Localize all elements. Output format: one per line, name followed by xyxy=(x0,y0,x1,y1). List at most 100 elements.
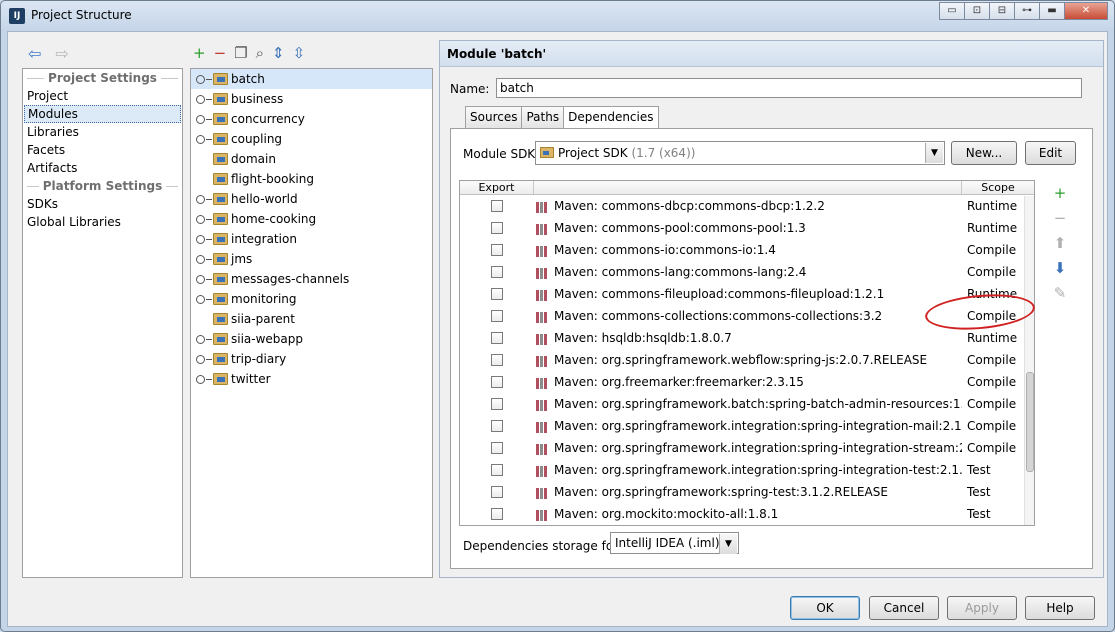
dependency-name[interactable]: Maven: org.springframework.integration:s… xyxy=(534,463,962,477)
module-tree-item[interactable]: home-cooking xyxy=(191,209,432,229)
expand-all-icon[interactable]: ⇕ xyxy=(272,44,285,62)
chevron-down-icon[interactable]: ▼ xyxy=(719,534,737,554)
expand-toggle-icon[interactable] xyxy=(196,375,212,384)
export-checkbox[interactable] xyxy=(491,310,503,322)
module-tree-item[interactable]: batch xyxy=(191,69,432,89)
export-checkbox[interactable] xyxy=(491,332,503,344)
tab-dependencies[interactable]: Dependencies xyxy=(563,106,659,129)
window-control-icon[interactable]: ⊟ xyxy=(989,2,1015,20)
tab-sources[interactable]: Sources xyxy=(465,106,523,128)
export-checkbox[interactable] xyxy=(491,200,503,212)
export-checkbox[interactable] xyxy=(491,442,503,454)
move-down-icon[interactable]: ⬇ xyxy=(1048,256,1072,281)
nav-item-modules[interactable]: Modules xyxy=(24,105,181,123)
dependency-name[interactable]: Maven: org.springframework.webflow:sprin… xyxy=(534,353,962,367)
dependency-name[interactable]: Maven: org.freemarker:freemarker:2.3.15 xyxy=(534,375,962,389)
module-tree-item[interactable]: jms xyxy=(191,249,432,269)
module-sdk-select[interactable]: Project SDK (1.7 (x64)) ▼ xyxy=(535,141,945,165)
expand-toggle-icon[interactable] xyxy=(196,295,212,304)
scope-column-header[interactable]: Scope xyxy=(962,181,1034,194)
dependency-name[interactable]: Maven: commons-io:commons-io:1.4 xyxy=(534,243,962,257)
export-checkbox[interactable] xyxy=(491,222,503,234)
export-checkbox[interactable] xyxy=(491,420,503,432)
dependency-name[interactable]: Maven: commons-pool:commons-pool:1.3 xyxy=(534,221,962,235)
collapse-all-icon[interactable]: ⇳ xyxy=(293,44,306,62)
apply-button[interactable]: Apply xyxy=(947,596,1017,620)
nav-item-global-libraries[interactable]: Global Libraries xyxy=(24,213,181,231)
window-control-icon[interactable]: ⊶ xyxy=(1014,2,1040,20)
dependency-name[interactable]: Maven: commons-lang:commons-lang:2.4 xyxy=(534,265,962,279)
forward-arrow-icon[interactable]: ⇨ xyxy=(55,44,68,63)
dependency-name[interactable]: Maven: commons-dbcp:commons-dbcp:1.2.2 xyxy=(534,199,962,213)
export-checkbox[interactable] xyxy=(491,376,503,388)
expand-toggle-icon[interactable] xyxy=(196,235,212,244)
scrollbar-thumb[interactable] xyxy=(1026,372,1034,472)
export-checkbox[interactable] xyxy=(491,354,503,366)
expand-toggle-icon[interactable] xyxy=(196,95,212,104)
export-column-header[interactable]: Export xyxy=(460,181,534,194)
export-checkbox[interactable] xyxy=(491,266,503,278)
remove-icon[interactable]: − xyxy=(214,44,227,62)
export-checkbox[interactable] xyxy=(491,288,503,300)
module-tree-item[interactable]: concurrency xyxy=(191,109,432,129)
expand-toggle-icon[interactable] xyxy=(196,115,212,124)
window-control-icon[interactable]: ▭ xyxy=(939,2,965,20)
nav-item-libraries[interactable]: Libraries xyxy=(24,123,181,141)
tab-paths[interactable]: Paths xyxy=(521,106,565,128)
export-checkbox[interactable] xyxy=(491,244,503,256)
title-bar[interactable]: IJ Project Structure ▭ ⊡ ⊟ ⊶ ▬ ✕ xyxy=(1,1,1114,31)
module-tree-item[interactable]: coupling xyxy=(191,129,432,149)
module-tree-item[interactable]: monitoring xyxy=(191,289,432,309)
add-icon[interactable]: + xyxy=(193,44,206,62)
nav-item-sdks[interactable]: SDKs xyxy=(24,195,181,213)
expand-toggle-icon[interactable] xyxy=(196,215,212,224)
module-name-input[interactable] xyxy=(496,78,1082,98)
chevron-down-icon[interactable]: ▼ xyxy=(925,143,943,163)
cancel-button[interactable]: Cancel xyxy=(869,596,939,620)
dependency-name[interactable]: Maven: org.springframework.batch:spring-… xyxy=(534,397,962,411)
help-button[interactable]: Help xyxy=(1025,596,1095,620)
dependency-name[interactable]: Maven: org.springframework.integration:s… xyxy=(534,441,962,455)
module-tree-item[interactable]: siia-webapp xyxy=(191,329,432,349)
ok-button[interactable]: OK xyxy=(790,596,860,620)
nav-item-project[interactable]: Project xyxy=(24,87,181,105)
module-tree-item[interactable]: twitter xyxy=(191,369,432,389)
dependency-name[interactable]: Maven: hsqldb:hsqldb:1.8.0.7 xyxy=(534,331,962,345)
nav-item-facets[interactable]: Facets xyxy=(24,141,181,159)
module-tree-item[interactable]: integration xyxy=(191,229,432,249)
add-dependency-icon[interactable]: + xyxy=(1048,181,1072,206)
expand-toggle-icon[interactable] xyxy=(196,135,212,144)
expand-toggle-icon[interactable] xyxy=(196,335,212,344)
module-tree-item[interactable]: domain xyxy=(191,149,432,169)
dependency-name[interactable]: Maven: org.springframework:spring-test:3… xyxy=(534,485,962,499)
export-checkbox[interactable] xyxy=(491,398,503,410)
remove-dependency-icon[interactable]: − xyxy=(1048,206,1072,231)
edit-sdk-button[interactable]: Edit xyxy=(1025,141,1076,165)
new-sdk-button[interactable]: New... xyxy=(951,141,1017,165)
export-checkbox[interactable] xyxy=(491,486,503,498)
move-up-icon[interactable]: ⬆ xyxy=(1048,231,1072,256)
name-column-header[interactable] xyxy=(534,181,962,194)
expand-toggle-icon[interactable] xyxy=(196,275,212,284)
nav-item-artifacts[interactable]: Artifacts xyxy=(24,159,181,177)
export-checkbox[interactable] xyxy=(491,508,503,520)
expand-toggle-icon[interactable] xyxy=(196,355,212,364)
window-control-icon[interactable]: ▬ xyxy=(1039,2,1065,20)
window-control-icon[interactable]: ⊡ xyxy=(964,2,990,20)
module-tree-item[interactable]: flight-booking xyxy=(191,169,432,189)
module-tree-item[interactable]: business xyxy=(191,89,432,109)
module-tree-item[interactable]: messages-channels xyxy=(191,269,432,289)
table-scrollbar[interactable] xyxy=(1024,196,1034,525)
dependency-name[interactable]: Maven: org.mockito:mockito-all:1.8.1 xyxy=(534,507,962,521)
dependency-name[interactable]: Maven: org.springframework.integration:s… xyxy=(534,419,962,433)
module-tree-item[interactable]: hello-world xyxy=(191,189,432,209)
back-arrow-icon[interactable]: ⇦ xyxy=(28,44,41,63)
module-tree-item[interactable]: trip-diary xyxy=(191,349,432,369)
find-icon[interactable]: ⌕ xyxy=(256,44,264,62)
expand-toggle-icon[interactable] xyxy=(196,255,212,264)
export-checkbox[interactable] xyxy=(491,464,503,476)
expand-toggle-icon[interactable] xyxy=(196,75,212,84)
copy-icon[interactable]: ❐ xyxy=(234,44,247,62)
module-tree-item[interactable]: siia-parent xyxy=(191,309,432,329)
close-icon[interactable]: ✕ xyxy=(1064,2,1108,20)
